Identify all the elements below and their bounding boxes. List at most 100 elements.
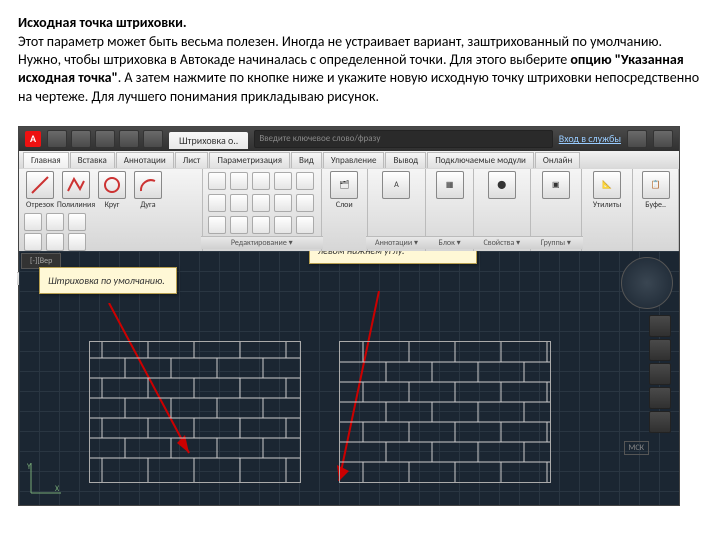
clipboard-button[interactable]: 📋Буфе.. [639,171,673,210]
block-button[interactable]: ▦ [433,171,467,199]
ucs-icon: XY [25,459,65,499]
qat-save-icon[interactable] [95,130,115,148]
ribbon: Отрезок Полилиния Круг Дуга Рисование ▾ … [19,169,679,252]
svg-text:Y: Y [27,462,31,472]
modify-icon[interactable] [274,172,292,190]
draw-small-icon[interactable] [68,213,86,231]
nav-pan-icon[interactable] [649,339,671,361]
tab-home[interactable]: Главная [23,152,69,168]
panel-label[interactable]: Редактирование ▾ [201,236,323,249]
modify-icon[interactable] [230,194,248,212]
circle-button[interactable]: Круг [95,171,129,210]
ribbon-tabs: Главная Вставка Аннотации Лист Параметри… [19,151,679,169]
document-tab[interactable]: Штриховка o.. [169,132,248,149]
label: Слои [336,200,353,210]
label: Буфе.. [645,200,666,210]
utilities-button[interactable]: 📐Утилиты [590,171,624,210]
sign-in-link[interactable]: Вход в службы [559,132,621,145]
doc-paragraph: Этот параметр может быть весьма полезен.… [18,33,702,106]
block-icon: ▦ [436,171,464,199]
label: Полилиния [57,200,95,210]
hatch-sample-default [89,341,301,483]
exchange-icon[interactable] [627,130,647,148]
modify-icon[interactable] [296,194,314,212]
panel-draw: Отрезок Полилиния Круг Дуга Рисование ▾ [19,169,203,251]
tab-view[interactable]: Вид [291,152,322,168]
line-button[interactable]: Отрезок [23,171,57,210]
modify-icon[interactable] [208,194,226,212]
drawing-canvas[interactable]: [-][Вер Штриховка по умолчанию. Штриховк… [19,251,679,505]
panel-layers: 🗂Слои [322,169,368,251]
layers-button[interactable]: 🗂Слои [327,171,361,210]
modify-icon[interactable] [230,172,248,190]
view-cube[interactable] [621,257,673,309]
title-bar: A Штриховка o.. Введите ключевое слово/ф… [19,127,679,151]
groups-button[interactable]: ▣ [539,171,573,199]
properties-button[interactable]: ⬤ [485,171,519,199]
search-input[interactable]: Введите ключевое слово/фразу [254,130,552,148]
label: Круг [105,200,120,210]
callout-right: Штриховка начинается с указанной исходно… [309,251,477,264]
panel-clipboard: 📋Буфе.. [633,169,679,251]
panel-utilities: 📐Утилиты [582,169,633,251]
modify-icon[interactable] [208,172,226,190]
qat-open-icon[interactable] [71,130,91,148]
draw-small-icon[interactable] [24,233,42,251]
panel-block: ▦ Блок ▾ [426,169,474,251]
help-icon[interactable] [653,130,673,148]
panel-label[interactable]: Группы ▾ [529,236,583,249]
properties-icon: ⬤ [488,171,516,199]
modify-icon[interactable] [296,172,314,190]
panel-label[interactable]: Аннотации ▾ [366,236,428,249]
panel-annotation: A Аннотации ▾ [368,169,427,251]
doc-title: Исходная точка штриховки. [18,14,702,31]
nav-wheel-icon[interactable] [649,315,671,337]
tab-plugins[interactable]: Подключаемые модули [427,152,534,168]
arc-button[interactable]: Дуга [131,171,165,210]
modify-icon[interactable] [208,216,226,234]
label: Утилиты [593,200,621,210]
draw-small-icon[interactable] [24,213,42,231]
tab-annotate[interactable]: Аннотации [116,152,174,168]
nav-orbit-icon[interactable] [649,387,671,409]
modify-icon[interactable] [252,216,270,234]
tab-parametric[interactable]: Параметризация [209,152,290,168]
nav-showmotion-icon[interactable] [649,411,671,433]
draw-small-icon[interactable] [46,213,64,231]
panel-label[interactable]: Блок ▾ [424,236,475,249]
autocad-screenshot: A Штриховка o.. Введите ключевое слово/ф… [18,126,680,506]
tab-online[interactable]: Онлайн [535,152,580,168]
panel-label[interactable]: Свойства ▾ [472,236,532,249]
modify-icon[interactable] [296,216,314,234]
modify-icon[interactable] [252,194,270,212]
group-icon: ▣ [542,171,570,199]
panel-properties: ⬤ Свойства ▾ [474,169,531,251]
qat-new-icon[interactable] [47,130,67,148]
tab-manage[interactable]: Управление [323,152,385,168]
wcs-label[interactable]: МСК [624,441,649,455]
app-logo-icon[interactable]: A [25,131,41,147]
hatch-sample-origin [339,341,551,483]
qat-redo-icon[interactable] [143,130,163,148]
label: Отрезок [26,200,54,210]
tab-layout[interactable]: Лист [175,152,209,168]
modify-icon[interactable] [230,216,248,234]
annotation-button[interactable]: A [379,171,413,199]
tab-output[interactable]: Вывод [385,152,426,168]
modify-icon[interactable] [252,172,270,190]
panel-modify: Редактирование ▾ [203,169,322,251]
modify-icon[interactable] [274,194,292,212]
layers-icon: 🗂 [330,171,358,199]
nav-zoom-icon[interactable] [649,363,671,385]
callout-left: Штриховка по умолчанию. [39,267,177,294]
tab-insert[interactable]: Вставка [70,152,115,168]
navigation-bar [649,315,671,433]
panel-groups: ▣ Группы ▾ [531,169,582,251]
modify-icon[interactable] [274,216,292,234]
qat-undo-icon[interactable] [119,130,139,148]
clipboard-icon: 📋 [642,171,670,199]
text: . А затем нажмите по кнопке ниже и укажи… [18,69,699,104]
draw-small-icon[interactable] [46,233,64,251]
polyline-button[interactable]: Полилиния [59,171,93,210]
draw-small-icon[interactable] [68,233,86,251]
